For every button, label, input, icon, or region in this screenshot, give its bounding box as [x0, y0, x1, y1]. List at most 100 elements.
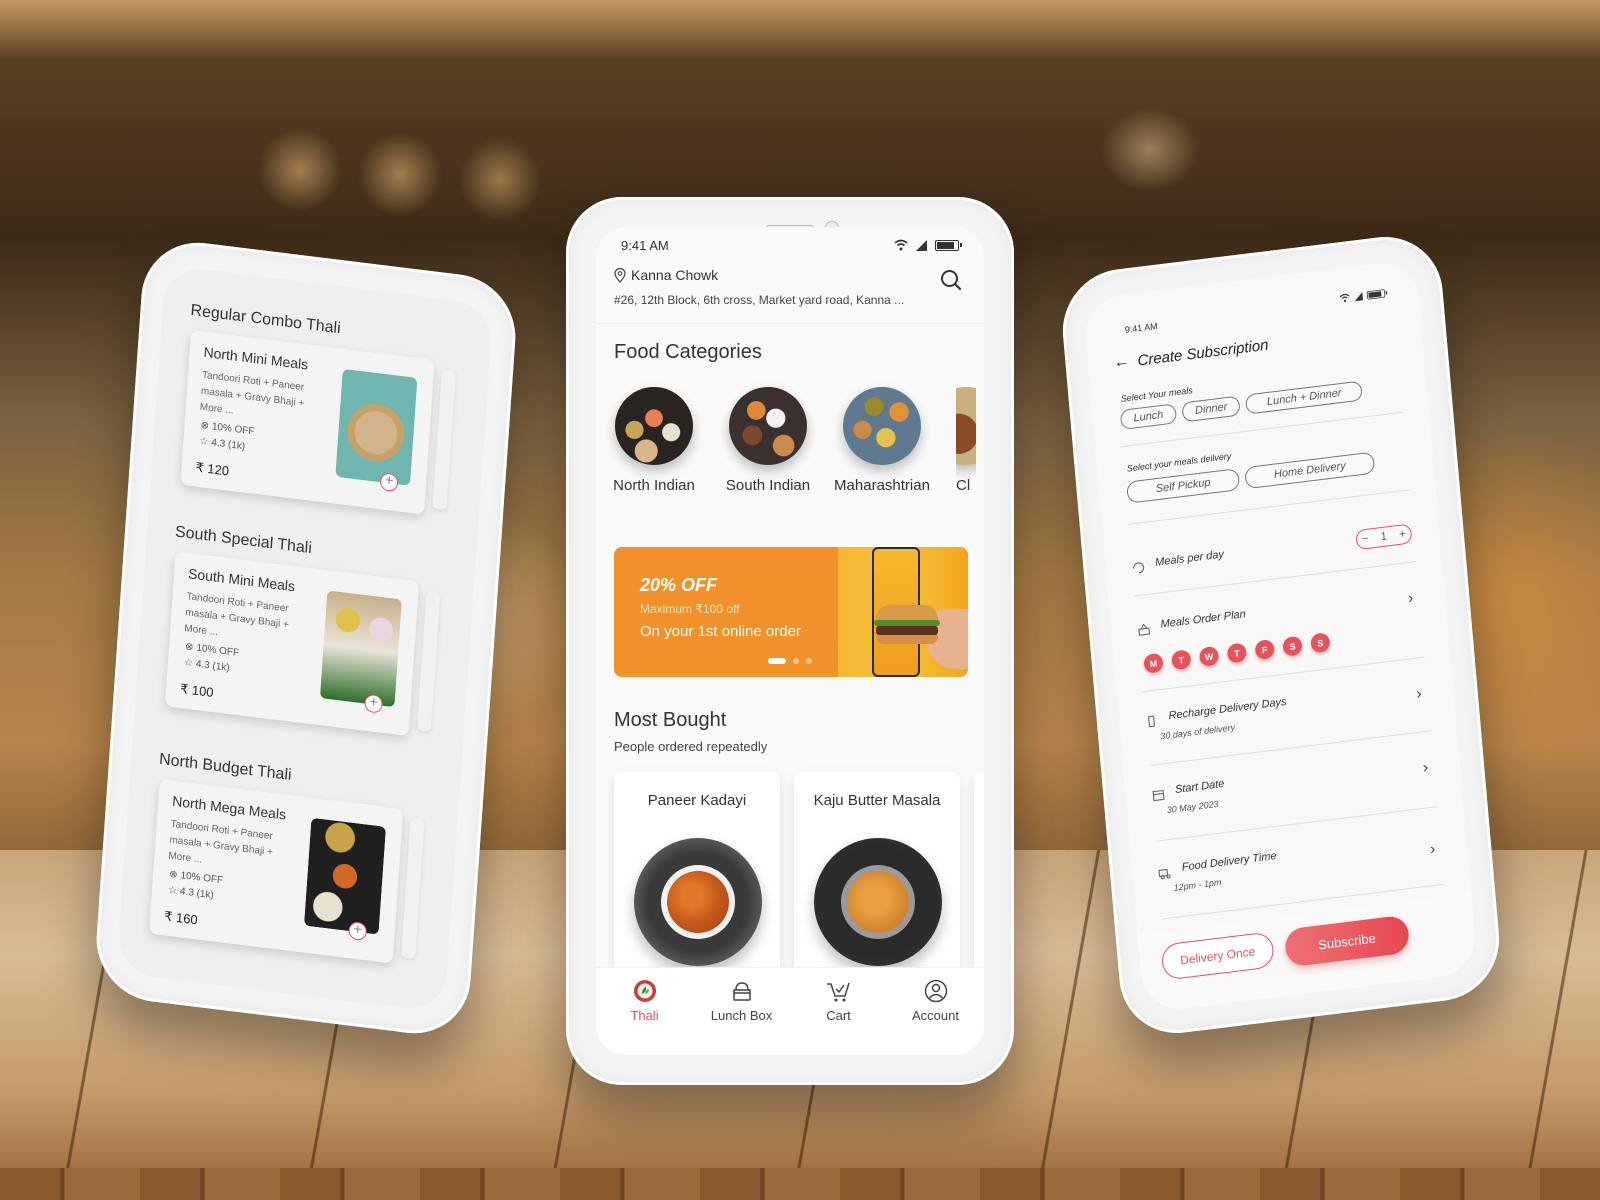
footer-actions: Delivery Once Subscribe	[1137, 892, 1479, 1014]
home-screen: 9:41 AM Kanna Chowk #26, 12th Block, 6th…	[596, 227, 984, 1055]
category-south-indian[interactable]: South Indian	[726, 387, 810, 496]
category-partial[interactable]: Cl	[956, 387, 976, 496]
category-north-indian[interactable]: North Indian	[613, 387, 695, 496]
chip-self-pickup[interactable]: Self Pickup	[1126, 468, 1241, 504]
tab-account[interactable]: Account	[896, 978, 976, 1055]
product-image	[814, 838, 942, 966]
rating: ☆ 4.3 (1k)	[184, 657, 230, 674]
meal-card[interactable]: South Mini Meals Tandoori Roti + Paneer …	[164, 551, 441, 737]
meal-card[interactable]: North Mini Meals Tandoori Roti + Paneer …	[180, 330, 457, 515]
product-name: Paneer Kadayi	[647, 792, 747, 809]
next-card-peek	[400, 817, 425, 960]
meal-card[interactable]: North Mega Meals Tandoori Roti + Paneer …	[148, 779, 425, 964]
battery-icon	[935, 239, 962, 251]
table-edge	[0, 1168, 1600, 1200]
carousel-dot[interactable]	[768, 658, 786, 664]
calendar-icon	[1152, 789, 1165, 802]
meals-order-plan-row[interactable]: Meals Order Plan ›	[1136, 587, 1420, 642]
offer-text: 10% OFF	[211, 421, 255, 438]
chip-home-delivery[interactable]: Home Delivery	[1244, 451, 1376, 490]
rating: ☆ 4.3 (1k)	[168, 885, 214, 902]
increment-button[interactable]: +	[1399, 528, 1406, 541]
carousel-dot[interactable]	[793, 658, 799, 664]
most-bought-title: Most Bought	[614, 709, 727, 731]
offer: ⊗ 10% OFF	[185, 641, 240, 659]
product-name: Kaju Butter Masala	[813, 792, 941, 809]
search-icon[interactable]	[940, 269, 962, 291]
chevron-right-icon: ›	[1429, 840, 1436, 859]
row-label: Recharge Delivery Days	[1168, 695, 1287, 723]
signal-icon	[916, 239, 927, 251]
back-arrow-icon[interactable]: ←	[1113, 353, 1130, 373]
tab-label: Cart	[826, 1008, 851, 1023]
tab-label: Thali	[630, 1008, 659, 1023]
category-list: North Indian South Indian Maharashtrian …	[613, 387, 976, 496]
rating-text: 4.3 (1k)	[195, 658, 230, 674]
category-label: North Indian	[613, 477, 695, 494]
battery-icon	[1366, 288, 1386, 300]
page-title: ← Create Subscription	[1113, 336, 1269, 373]
chip-lunch[interactable]: Lunch	[1119, 403, 1178, 431]
day-tuesday[interactable]: T	[1171, 649, 1192, 671]
banner-promo: 20% OFF	[640, 575, 718, 595]
carousel-dot[interactable]	[806, 658, 812, 664]
basket-plus-icon	[1138, 623, 1151, 636]
day-sunday[interactable]: S	[1310, 632, 1331, 654]
thali-icon	[632, 978, 658, 1004]
location-name: Kanna Chowk	[631, 267, 719, 283]
meal-name: North Mini Meals	[203, 343, 309, 373]
category-image	[843, 387, 921, 465]
day-wednesday[interactable]: W	[1198, 645, 1220, 668]
recharge-icon	[1148, 715, 1156, 728]
next-card-peek	[432, 368, 457, 511]
day-selector: M T W T F S S	[1143, 632, 1331, 674]
tab-thali[interactable]: Thali	[605, 978, 685, 1055]
promo-banner[interactable]: 20% OFF Maximum ₹100 off On your 1st onl…	[614, 547, 968, 677]
row-sub: 30 days of delivery	[1159, 722, 1236, 742]
chip-lunch-dinner[interactable]: Lunch + Dinner	[1245, 380, 1364, 415]
banner-tagline: On your 1st online order	[640, 623, 801, 640]
day-saturday[interactable]: S	[1282, 635, 1303, 657]
chevron-right-icon: ›	[1415, 685, 1423, 703]
center-phone-mockup: 9:41 AM Kanna Chowk #26, 12th Block, 6th…	[566, 197, 1014, 1085]
title-text: Create Subscription	[1136, 336, 1270, 370]
tab-cart[interactable]: Cart	[799, 978, 879, 1055]
next-card-peek	[416, 590, 441, 732]
category-maharashtrian[interactable]: Maharashtrian	[834, 387, 930, 496]
day-friday[interactable]: F	[1254, 638, 1275, 661]
discount-icon: ⊗	[200, 419, 210, 432]
row-label: Meals per day	[1154, 548, 1225, 569]
offer-text: 10% OFF	[180, 870, 224, 887]
rating-text: 4.3 (1k)	[210, 437, 246, 453]
category-label: Cl	[956, 477, 971, 494]
decrement-button[interactable]: −	[1361, 533, 1368, 546]
burger-icon	[874, 605, 940, 645]
day-thursday[interactable]: T	[1226, 642, 1248, 664]
carousel-dots	[768, 658, 812, 664]
subscribe-button[interactable]: Subscribe	[1283, 914, 1411, 968]
category-label: Maharashtrian	[834, 477, 930, 494]
meal-price: ₹ 160	[163, 908, 199, 928]
row-sub: 12pm - 1pm	[1173, 876, 1222, 893]
stepper-value: 1	[1380, 530, 1388, 544]
meal-image	[335, 368, 418, 486]
delivery-once-button[interactable]: Delivery Once	[1160, 931, 1275, 981]
status-time: 9:41 AM	[1124, 320, 1159, 335]
category-image	[729, 387, 807, 465]
day-monday[interactable]: M	[1143, 652, 1164, 674]
star-icon: ☆	[183, 657, 194, 670]
location-selector[interactable]: Kanna Chowk	[614, 267, 718, 283]
account-icon	[923, 978, 949, 1004]
location-address: #26, 12th Block, 6th cross, Market yard …	[614, 293, 905, 307]
tab-lunch-box[interactable]: Lunch Box	[702, 978, 782, 1055]
start-date-row[interactable]: Start Date 30 May 2023 ›	[1151, 752, 1437, 826]
wifi-icon	[894, 239, 908, 251]
meal-name: South Mini Meals	[187, 565, 296, 595]
section-title: North Budget Thali	[158, 750, 293, 785]
recharge-delivery-days-row[interactable]: Recharge Delivery Days 30 days of delive…	[1144, 679, 1430, 753]
chip-dinner[interactable]: Dinner	[1181, 395, 1242, 423]
offer-text: 10% OFF	[196, 642, 240, 659]
food-delivery-time-row[interactable]: Food Delivery Time 12pm - 1pm ›	[1158, 830, 1444, 904]
category-image	[956, 387, 976, 465]
tab-label: Lunch Box	[710, 1008, 773, 1023]
